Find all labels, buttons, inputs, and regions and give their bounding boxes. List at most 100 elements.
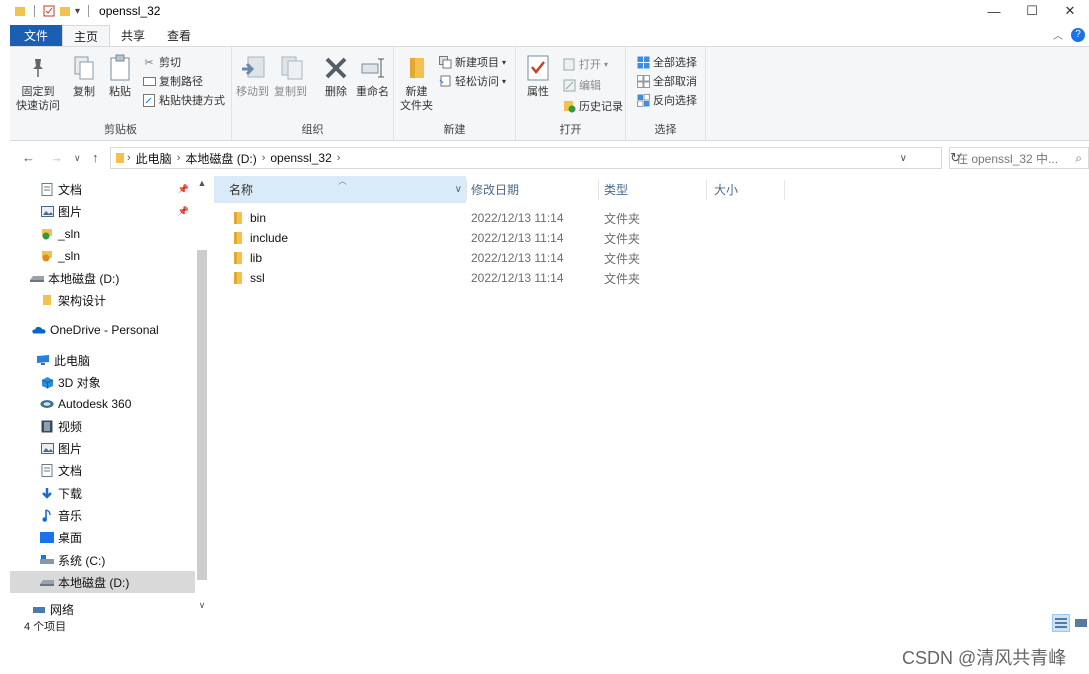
delete-button[interactable]: 删除 (322, 53, 350, 99)
copy-button[interactable]: 复制 (70, 53, 98, 99)
file-date: 2022/12/13 11:14 (471, 251, 564, 265)
nav-item[interactable]: 本地磁盘 (D:) (10, 267, 195, 289)
help-icon[interactable]: ? (1071, 27, 1085, 42)
close-button[interactable]: ✕ (1051, 0, 1089, 22)
large-icons-view-icon[interactable] (1072, 614, 1089, 632)
nav-item[interactable]: 图片 📌 (10, 200, 195, 222)
tab-share[interactable]: 共享 (110, 25, 156, 46)
back-button[interactable]: ← (22, 150, 35, 165)
file-row[interactable]: ssl 2022/12/13 11:14 文件夹 (214, 268, 814, 288)
paste-button[interactable]: 粘贴 (106, 53, 134, 99)
minimize-button[interactable]: — (975, 0, 1013, 22)
recent-locations-button[interactable]: ∨ (74, 153, 81, 164)
file-name-cell[interactable]: bin (230, 208, 266, 228)
nav-item[interactable]: 文档 (10, 459, 195, 481)
file-row[interactable]: lib 2022/12/13 11:14 文件夹 (214, 248, 814, 268)
select-all-button[interactable]: 全部选择 (636, 53, 697, 71)
history-button[interactable]: 历史记录 (562, 97, 623, 115)
nav-item[interactable]: 桌面 (10, 526, 195, 548)
tab-file[interactable]: 文件 (10, 25, 63, 46)
invert-selection-button[interactable]: 反向选择 (636, 91, 697, 109)
pin-quick-access-button[interactable]: 固定到 快速访问 (16, 53, 60, 113)
address-bar[interactable]: › 此电脑 › 本地磁盘 (D:) › openssl_32 › ∨ ↻ (110, 147, 961, 169)
column-date[interactable]: 修改日期 (456, 176, 589, 203)
breadcrumb-drive-d[interactable]: 本地磁盘 (D:) (185, 150, 256, 167)
paste-shortcut-button[interactable]: 粘贴快捷方式 (142, 91, 225, 109)
collapse-ribbon-icon[interactable]: ︿ (1053, 27, 1063, 42)
customize-toolbar-icon[interactable]: ▾ (75, 6, 80, 17)
tab-home[interactable]: 主页 (62, 25, 111, 46)
file-name-cell[interactable]: lib (230, 248, 262, 268)
chevron-right-icon[interactable]: › (127, 152, 131, 164)
copy-to-button[interactable]: 复制到 (274, 53, 307, 99)
file-name-cell[interactable]: ssl (230, 268, 265, 288)
open-button[interactable]: 打开 ▾ (562, 55, 608, 73)
copy-to-icon (277, 53, 305, 83)
up-button[interactable]: ↑ (92, 150, 99, 165)
scissors-icon: ✂ (144, 56, 154, 69)
chevron-right-icon[interactable]: › (177, 152, 181, 164)
select-none-button[interactable]: 全部取消 (636, 72, 697, 90)
easy-access-button[interactable]: 轻松访问 ▾ (438, 72, 506, 90)
new-folder-icon[interactable] (59, 5, 71, 17)
search-box[interactable]: 在 openssl_32 中... ⌕ (949, 147, 1089, 169)
nav-scrollbar[interactable]: ▲ ∨ (195, 176, 209, 616)
nav-item-label: 桌面 (58, 530, 83, 545)
column-date-label: 修改日期 (471, 183, 520, 197)
nav-item[interactable]: _sln (10, 245, 195, 267)
search-input[interactable]: 在 openssl_32 中... (956, 150, 1058, 167)
nav-item[interactable]: 架构设计 (10, 289, 195, 311)
document-icon (40, 182, 54, 196)
new-item-button[interactable]: 新建项目 ▾ (438, 53, 506, 71)
copy-path-button[interactable]: 复制路径 (142, 72, 203, 90)
chevron-right-icon[interactable]: › (262, 152, 266, 164)
properties-check-icon[interactable] (43, 5, 55, 17)
details-view-icon[interactable] (1052, 614, 1070, 632)
open-group: 属性 打开 ▾ 编辑 历史记录 打开 (516, 47, 626, 141)
file-row[interactable]: include 2022/12/13 11:14 文件夹 (214, 228, 814, 248)
rename-button[interactable]: 重命名 (356, 53, 389, 99)
cut-button[interactable]: ✂ 剪切 (142, 53, 181, 71)
pin-icon (24, 53, 52, 83)
nav-item[interactable]: 网络 (10, 598, 195, 616)
file-name: ssl (250, 271, 265, 285)
column-size[interactable]: 大小 (699, 176, 784, 203)
nav-item[interactable]: 文档 📌 (10, 178, 195, 200)
file-name-cell[interactable]: include (230, 228, 288, 248)
nav-item[interactable]: 视频 (10, 415, 195, 437)
nav-item[interactable]: 下载 (10, 482, 195, 504)
nav-item[interactable]: 本地磁盘 (D:) (10, 571, 195, 593)
scroll-down-icon[interactable]: ∨ (195, 600, 209, 611)
breadcrumb-openssl[interactable]: openssl_32 (270, 151, 331, 165)
select-group-label: 选择 (654, 124, 677, 136)
file-row[interactable]: bin 2022/12/13 11:14 文件夹 (214, 208, 814, 228)
nav-item[interactable]: Autodesk 360 (10, 393, 195, 415)
select-none-label: 全部取消 (653, 76, 697, 88)
nav-item-label: 音乐 (58, 508, 83, 523)
nav-item-label: 图片 (58, 441, 83, 456)
maximize-button[interactable]: ☐ (1013, 0, 1051, 22)
breadcrumb-this-pc[interactable]: 此电脑 (136, 150, 172, 167)
chevron-down-icon: ▾ (604, 59, 609, 69)
nav-item[interactable]: 图片 (10, 437, 195, 459)
scroll-thumb[interactable] (197, 250, 207, 580)
nav-item[interactable]: 3D 对象 (10, 371, 195, 393)
nav-item[interactable]: _sln (10, 223, 195, 245)
edit-button[interactable]: 编辑 (562, 76, 601, 94)
address-history-dropdown[interactable]: ∨ (900, 153, 907, 164)
properties-button[interactable]: 属性 (524, 53, 552, 99)
folder-icon (234, 252, 242, 264)
move-to-button[interactable]: 移动到 (236, 53, 269, 99)
column-type[interactable]: 类型 (589, 176, 699, 203)
nav-item[interactable]: 此电脑 (10, 349, 195, 371)
column-name[interactable]: 名称 ︿ ∨ (214, 176, 466, 203)
forward-button[interactable]: → (50, 150, 63, 165)
tab-view[interactable]: 查看 (156, 25, 202, 46)
nav-item[interactable]: 系统 (C:) (10, 549, 195, 571)
chevron-right-icon[interactable]: › (337, 152, 341, 164)
new-folder-button[interactable]: 新建 文件夹 (400, 53, 433, 113)
scroll-up-icon[interactable]: ▲ (195, 178, 209, 188)
nav-item[interactable]: OneDrive - Personal (10, 319, 195, 341)
nav-item[interactable]: 音乐 (10, 504, 195, 526)
ribbon: 固定到 快速访问 复制 粘贴 ✂ 剪切 复制路径 粘贴快捷方式 剪贴板 移动到 复制… (10, 46, 1089, 141)
